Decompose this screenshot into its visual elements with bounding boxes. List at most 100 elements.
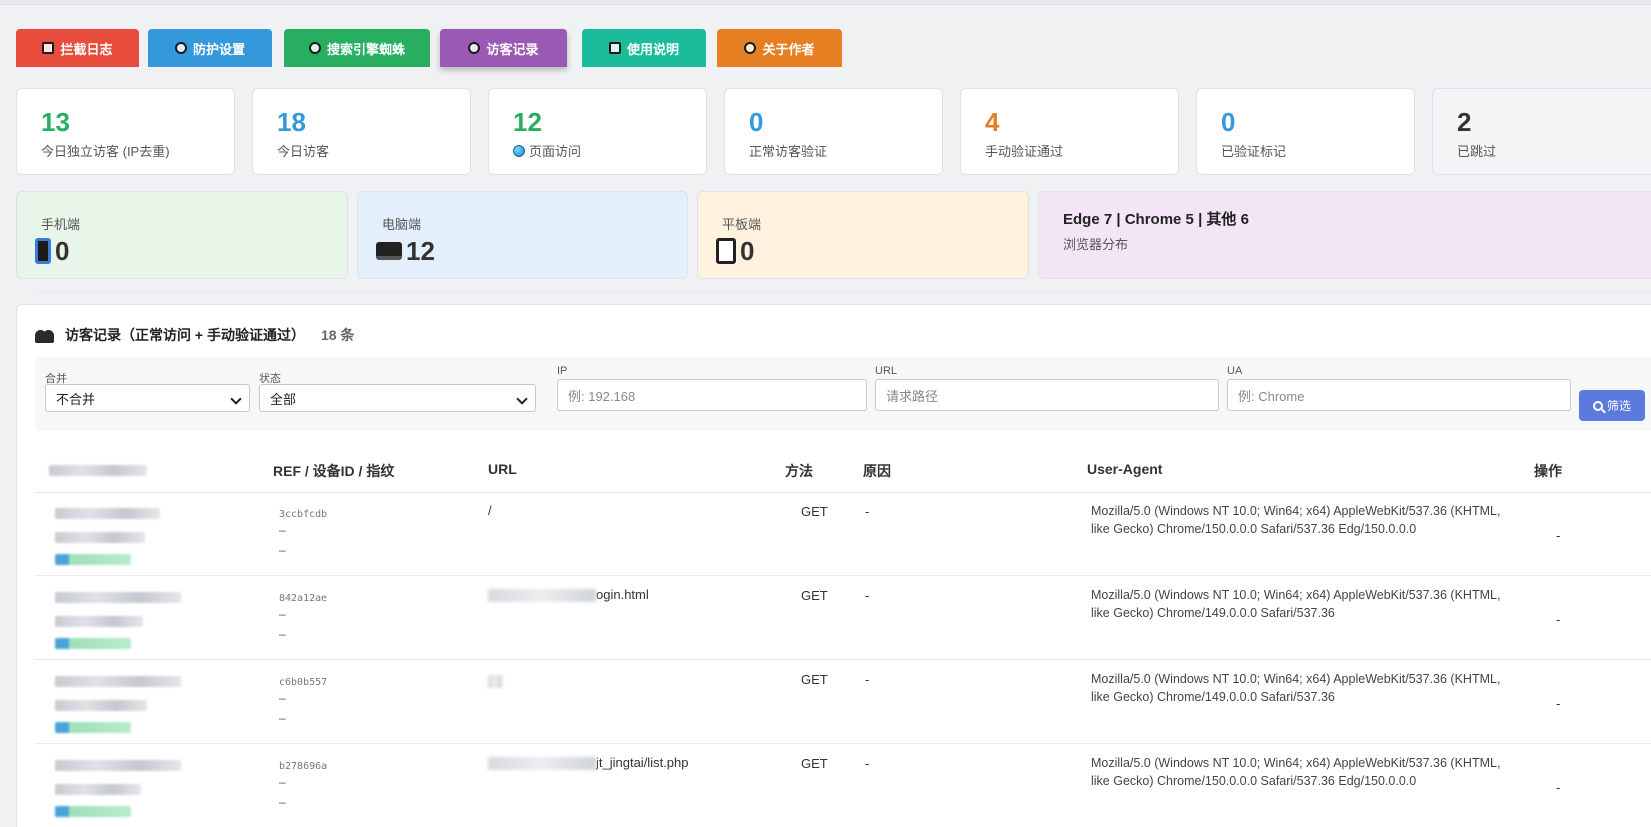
globe-icon xyxy=(513,144,525,157)
stat-today-visitors: 18 今日访客 xyxy=(252,88,471,175)
device-value: 0 xyxy=(55,236,70,266)
tab-search-spider[interactable]: 搜索引擎蜘蛛 xyxy=(284,29,430,67)
stat-value: 4 xyxy=(985,107,1000,137)
ip-label: IP xyxy=(557,365,568,377)
ref-cell: 3ccbfcdb – – xyxy=(279,509,327,560)
ref-cell: c6b0b557 – – xyxy=(279,677,327,728)
col-ip-blurred xyxy=(49,463,147,479)
reason-cell: - xyxy=(865,672,870,687)
stat-label-text: 已验证标记 xyxy=(1221,144,1287,159)
table-row: b278696a – – jt_jingtai/list.php GET - M… xyxy=(35,745,1651,827)
device-id: – xyxy=(279,523,286,537)
reason-cell: - xyxy=(865,756,870,771)
filter-button[interactable]: 筛选 xyxy=(1579,390,1645,421)
tab-label: 防护设置 xyxy=(192,41,245,57)
fingerprint: – xyxy=(279,711,286,725)
ref-cell: 842a12ae – – xyxy=(279,593,327,644)
status-select[interactable]: 全部 xyxy=(259,384,536,412)
ip-input[interactable]: 例: 192.168 xyxy=(557,379,867,411)
fingerprint: – xyxy=(279,627,286,641)
method-cell: GET xyxy=(801,504,828,519)
browser-distribution-card: Edge 7 | Chrome 5 | 其他 6 浏览器分布 xyxy=(1038,191,1651,279)
url-blurred xyxy=(488,589,596,603)
col-ref: REF / 设备ID / 指纹 xyxy=(273,463,395,479)
stat-label-text: 正常访客验证 xyxy=(749,144,828,159)
ua-label: UA xyxy=(1227,365,1243,377)
tab-visitor-log[interactable]: 访客记录 xyxy=(440,29,567,67)
method-cell: GET xyxy=(801,756,828,771)
stat-value: 0 xyxy=(1221,107,1236,137)
status-label: 状态 xyxy=(259,373,281,385)
stat-verified-mark: 0 已验证标记 xyxy=(1196,88,1415,175)
panel-title: 访客记录（正常访问 + 手动验证通过） 18 条 xyxy=(35,325,354,345)
ua-cell: Mozilla/5.0 (Windows NT 10.0; Win64; x64… xyxy=(1091,756,1501,788)
stat-value: 18 xyxy=(277,107,306,137)
spider-icon xyxy=(308,42,321,54)
book-icon xyxy=(608,42,621,54)
col-method: 方法 xyxy=(785,463,813,479)
action-cell: - xyxy=(1556,612,1561,627)
tab-protection-settings[interactable]: 防护设置 xyxy=(148,29,272,67)
stat-label-text: 今日独立访客 (IP去重) xyxy=(41,144,170,159)
method-cell: GET xyxy=(801,672,828,687)
device-desktop-card: 12 电脑端 xyxy=(357,191,1651,293)
stat-page-views: 12 页面访问 xyxy=(488,88,707,175)
device-value: 12 xyxy=(406,236,435,266)
stat-label: 已跳过 xyxy=(1457,141,1627,160)
merge-value: 不合并 xyxy=(56,391,96,407)
url-input[interactable]: 请求路径 xyxy=(875,379,1219,411)
device-id: – xyxy=(279,607,286,621)
stat-manual-verify: 4 手动验证通过 xyxy=(960,88,1179,175)
ip-cell-blurred xyxy=(55,759,181,820)
chevron-down-icon xyxy=(230,393,242,405)
stat-label: 已验证标记 xyxy=(1221,141,1390,160)
url-cell[interactable] xyxy=(488,673,502,689)
merge-select[interactable]: 不合并 xyxy=(45,384,250,412)
tab-label: 使用说明 xyxy=(626,41,679,57)
ref-id: b278696a xyxy=(279,761,328,772)
stat-label: 正常访客验证 xyxy=(749,141,918,160)
ip-filter: IP 例: 192.168 xyxy=(557,365,867,411)
action-cell: - xyxy=(1556,780,1561,795)
ref-id: 3ccbfcdb xyxy=(279,509,328,520)
gear-icon xyxy=(174,42,187,54)
ip-cell-blurred xyxy=(55,591,181,652)
stat-value: 2 xyxy=(1457,107,1472,137)
col-user-agent: User-Agent xyxy=(1087,461,1163,477)
ip-cell-blurred xyxy=(55,675,181,736)
clipboard-icon xyxy=(42,42,55,54)
tab-usage-guide[interactable]: 使用说明 xyxy=(582,29,706,67)
panel-title-text: 访客记录（正常访问 + 手动验证通过） xyxy=(65,327,305,343)
reason-cell: - xyxy=(865,504,870,519)
status-value: 全部 xyxy=(270,391,297,407)
url-cell[interactable]: ogin.html xyxy=(488,587,649,603)
stat-label-text: 手动验证通过 xyxy=(985,144,1064,159)
col-reason: 原因 xyxy=(863,463,891,479)
stat-value: 12 xyxy=(513,107,542,137)
table-header: REF / 设备ID / 指纹 URL 方法 原因 User-Agent 操作 xyxy=(35,445,1651,493)
url-blurred xyxy=(488,675,502,689)
tab-label: 关于作者 xyxy=(762,41,815,57)
tab-about-author[interactable]: 关于作者 xyxy=(717,29,842,67)
stat-label-text: 页面访问 xyxy=(529,144,582,159)
filter-button-label: 筛选 xyxy=(1606,399,1631,413)
ua-input[interactable]: 例: Chrome xyxy=(1227,379,1571,411)
stat-value: 13 xyxy=(41,107,70,137)
url-cell[interactable]: jt_jingtai/list.php xyxy=(488,755,689,771)
ua-cell: Mozilla/5.0 (Windows NT 10.0; Win64; x64… xyxy=(1091,588,1501,620)
chevron-down-icon xyxy=(516,393,528,405)
people-icon xyxy=(35,327,55,343)
ref-id: c6b0b557 xyxy=(279,677,328,688)
tab-label: 搜索引擎蜘蛛 xyxy=(326,41,405,57)
tablet-icon xyxy=(716,238,736,264)
status-filter: 状态 全部 xyxy=(259,370,536,412)
fingerprint: – xyxy=(279,795,286,809)
col-action: 操作 xyxy=(1534,463,1562,479)
tab-block-log[interactable]: 拦截日志 xyxy=(16,29,139,67)
device-id: – xyxy=(279,775,286,789)
url-text: jt_jingtai/list.php xyxy=(596,755,689,770)
stat-label: 页面访问 xyxy=(513,141,682,160)
url-cell[interactable]: / xyxy=(488,503,492,518)
stat-value: 0 xyxy=(749,107,764,137)
merge-filter: 合并 不合并 xyxy=(45,370,250,412)
